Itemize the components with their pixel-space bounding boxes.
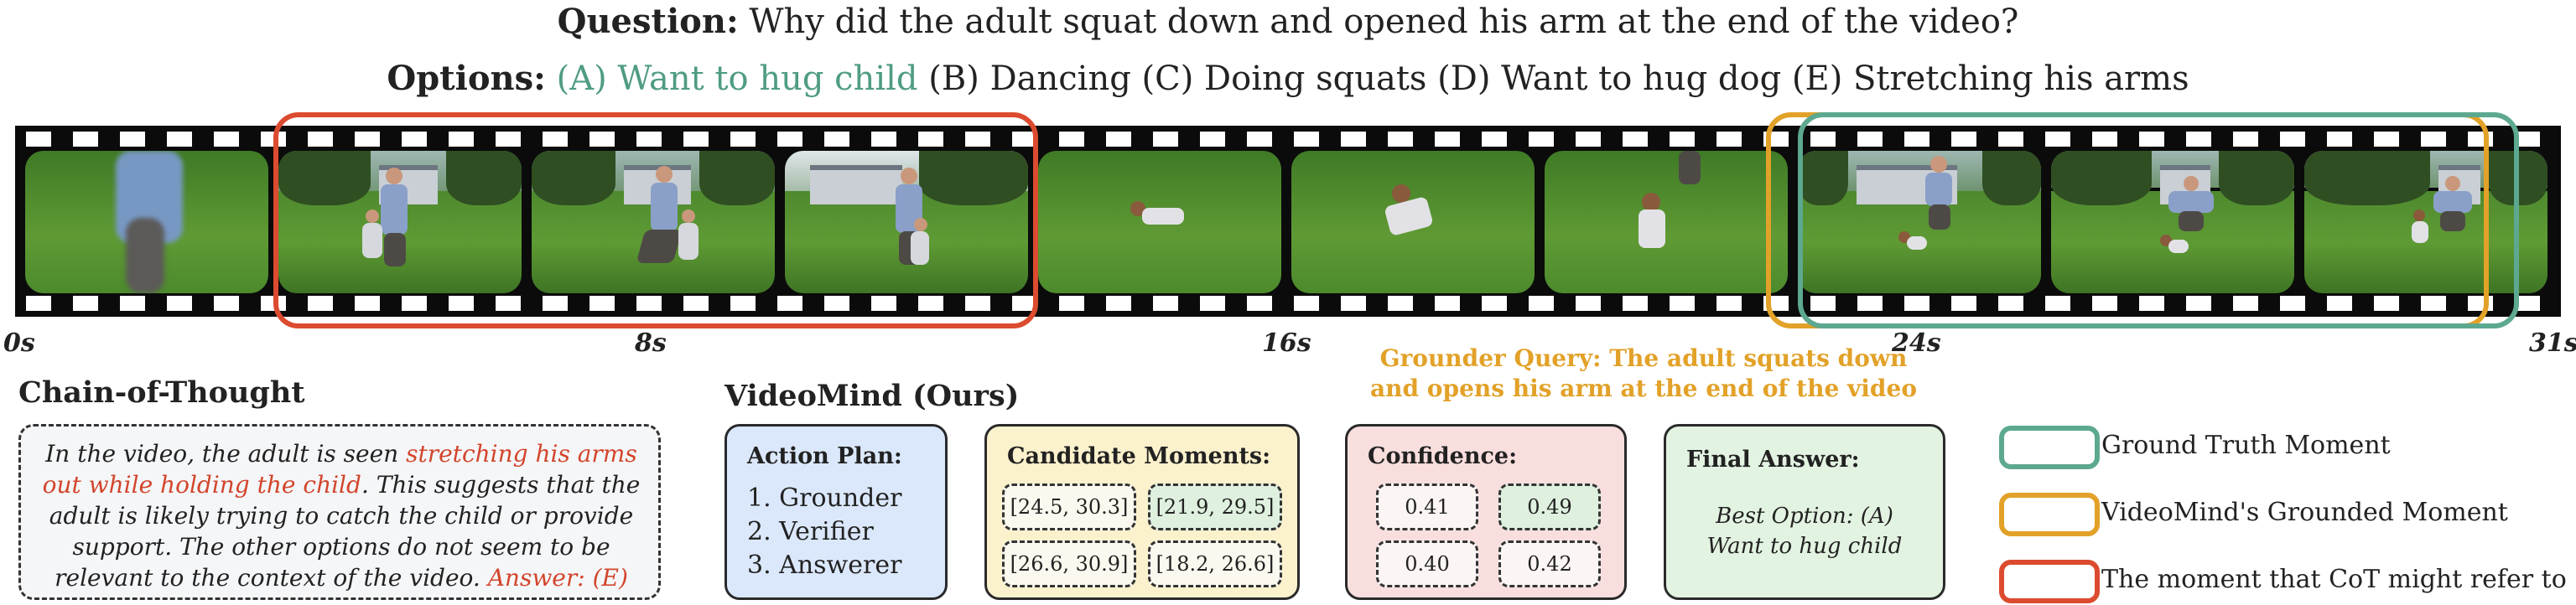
legend-label-cot: The moment that CoT might refer to: [2101, 565, 2567, 594]
timeline-label-31s: 31s: [2529, 328, 2576, 358]
grounder-query-line-2: and opens his arm at the end of the vide…: [1369, 375, 1917, 402]
confidence-score: 0.41: [1376, 483, 1478, 530]
legend-swatch-ground-truth: [1999, 426, 2100, 469]
timeline-label-8s: 8s: [635, 328, 667, 358]
ground-truth-moment-box: [1798, 112, 2519, 328]
question-line: Question: Why did the adult squat down a…: [0, 2, 2576, 42]
cot-moment-box: [273, 112, 1038, 328]
candidate-moment: [26.6, 30.9]: [1002, 540, 1136, 587]
options-label: Options:: [387, 59, 546, 98]
question-label: Question:: [557, 2, 739, 41]
option-a: (A) Want to hug child: [556, 59, 918, 98]
final-answer-option: Best Option: (A): [1716, 504, 1893, 529]
candidate-moment: [18.2, 26.6]: [1148, 540, 1282, 587]
candidate-moments-card: Candidate Moments: [24.5, 30.3] [21.9, 2…: [984, 424, 1300, 600]
options-rest: (B) Dancing (C) Doing squats (D) Want to…: [928, 59, 2189, 98]
final-answer-title: Final Answer:: [1686, 447, 1860, 473]
confidence-title: Confidence:: [1368, 443, 1518, 469]
video-frame-6: [1291, 151, 1535, 293]
candidate-moment: [24.5, 30.3]: [1002, 483, 1136, 530]
final-answer-card: Final Answer: Best Option: (A) Want to h…: [1664, 424, 1945, 600]
cot-text-part-1: In the video, the adult is seen: [45, 440, 407, 468]
candidate-moment-selected: [21.9, 29.5]: [1148, 483, 1282, 530]
action-plan-item-grounder: 1. Grounder: [747, 483, 902, 513]
video-frame-1: [25, 151, 268, 293]
confidence-score: 0.40: [1376, 540, 1478, 587]
timeline-label-0s: 0s: [3, 328, 35, 358]
cot-text: In the video, the adult is seen stretchi…: [41, 438, 641, 593]
videomind-heading: VideoMind (Ours): [724, 379, 1020, 413]
video-frame-7: [1545, 151, 1788, 293]
action-plan-card: Action Plan: 1. Grounder 2. Verifier 3. …: [724, 424, 948, 600]
options-line: Options: (A) Want to hug child (B) Danci…: [0, 59, 2576, 99]
confidence-score: 0.42: [1498, 540, 1601, 587]
cot-answer: Answer: (E): [487, 564, 628, 592]
confidence-score-selected: 0.49: [1498, 483, 1601, 530]
grounder-query-line-1: Grounder Query: The adult squats down: [1379, 344, 1908, 372]
legend-label-ground-truth: Ground Truth Moment: [2101, 431, 2391, 460]
final-answer-text: Want to hug child: [1706, 534, 1903, 559]
legend-swatch-videomind: [1999, 493, 2100, 536]
legend-label-videomind: VideoMind's Grounded Moment: [2101, 498, 2508, 527]
candidate-moments-title: Candidate Moments:: [1007, 443, 1271, 469]
video-frame-5: [1038, 151, 1281, 293]
timeline-label-16s: 16s: [1262, 328, 1311, 358]
cot-heading: Chain-of-Thought: [18, 375, 305, 410]
legend-swatch-cot: [1999, 560, 2100, 603]
action-plan-title: Action Plan:: [747, 443, 902, 469]
action-plan-item-verifier: 2. Verifier: [747, 517, 874, 546]
action-plan-item-answerer: 3. Answerer: [747, 551, 902, 580]
question-text: Why did the adult squat down and opened …: [749, 3, 2019, 41]
confidence-card: Confidence: 0.41 0.49 0.40 0.42: [1345, 424, 1627, 600]
cot-box: In the video, the adult is seen stretchi…: [18, 424, 661, 600]
